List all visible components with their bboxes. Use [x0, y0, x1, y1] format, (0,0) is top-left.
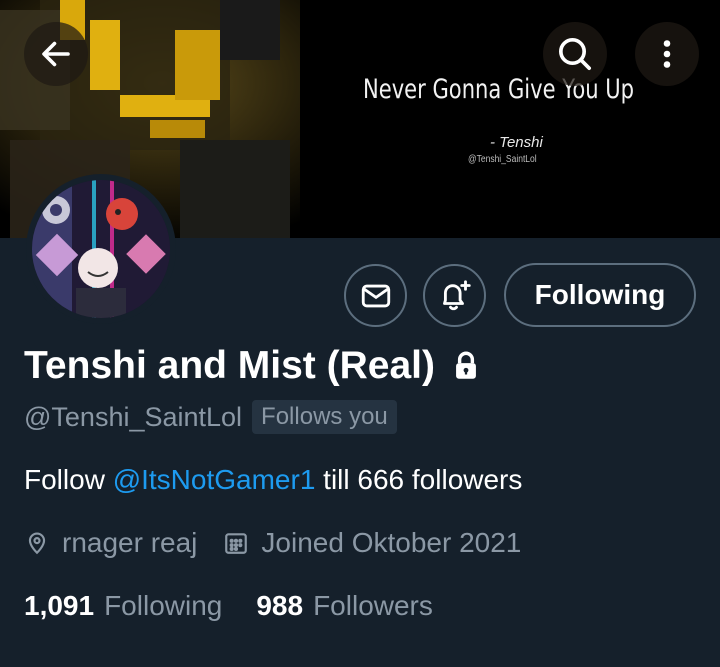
search-icon	[559, 38, 591, 70]
followers-stat-link[interactable]: 988 Followers	[256, 590, 433, 622]
bio-prefix: Follow	[24, 464, 113, 495]
banner-handle: @Tenshi_SaintLol	[468, 154, 537, 165]
location-text: rnager reaj	[62, 527, 198, 558]
joined-item: Joined Oktober 2021	[223, 527, 521, 559]
followers-count: 988	[256, 590, 304, 621]
display-name-text: Tenshi and Mist (Real)	[24, 344, 435, 387]
bell-plus-icon	[442, 279, 471, 310]
location-pin-icon	[28, 532, 46, 555]
banner-author: - Tenshi	[490, 134, 543, 151]
avatar-image	[32, 180, 170, 318]
more-vertical-icon	[663, 40, 671, 68]
location-item: rnager reaj	[24, 527, 197, 559]
profile-handle: @Tenshi_SaintLol	[24, 401, 243, 432]
following-stat-link[interactable]: 1,091 Following	[24, 590, 222, 622]
avatar[interactable]	[26, 174, 176, 324]
profile-bio: Follow @ItsNotGamer1 till 666 followers	[24, 464, 522, 496]
notifications-button[interactable]	[423, 264, 486, 327]
handle-row: @Tenshi_SaintLol Follows you	[24, 400, 397, 434]
profile-display-name: Tenshi and Mist (Real)	[24, 344, 483, 388]
search-button[interactable]	[543, 22, 607, 86]
profile-stats: 1,091 Following 988 Followers	[24, 590, 433, 622]
lock-icon	[449, 349, 483, 383]
more-options-button[interactable]	[635, 22, 699, 86]
bio-suffix: till 666 followers	[315, 464, 523, 495]
back-button[interactable]	[24, 22, 88, 86]
arrow-left-icon	[42, 41, 70, 67]
profile-meta: rnager reaj Joined Oktober 2021	[24, 527, 521, 559]
following-count: 1,091	[24, 590, 95, 621]
follows-you-badge: Follows you	[252, 400, 397, 434]
bio-mention-link[interactable]: @ItsNotGamer1	[113, 464, 316, 495]
calendar-icon	[225, 533, 248, 554]
followers-label: Followers	[313, 590, 433, 621]
joined-text: Joined Oktober 2021	[261, 527, 522, 558]
message-button[interactable]	[344, 264, 407, 327]
mail-icon	[361, 284, 390, 307]
following-label: Following	[104, 590, 223, 621]
following-button[interactable]: Following	[504, 263, 696, 327]
